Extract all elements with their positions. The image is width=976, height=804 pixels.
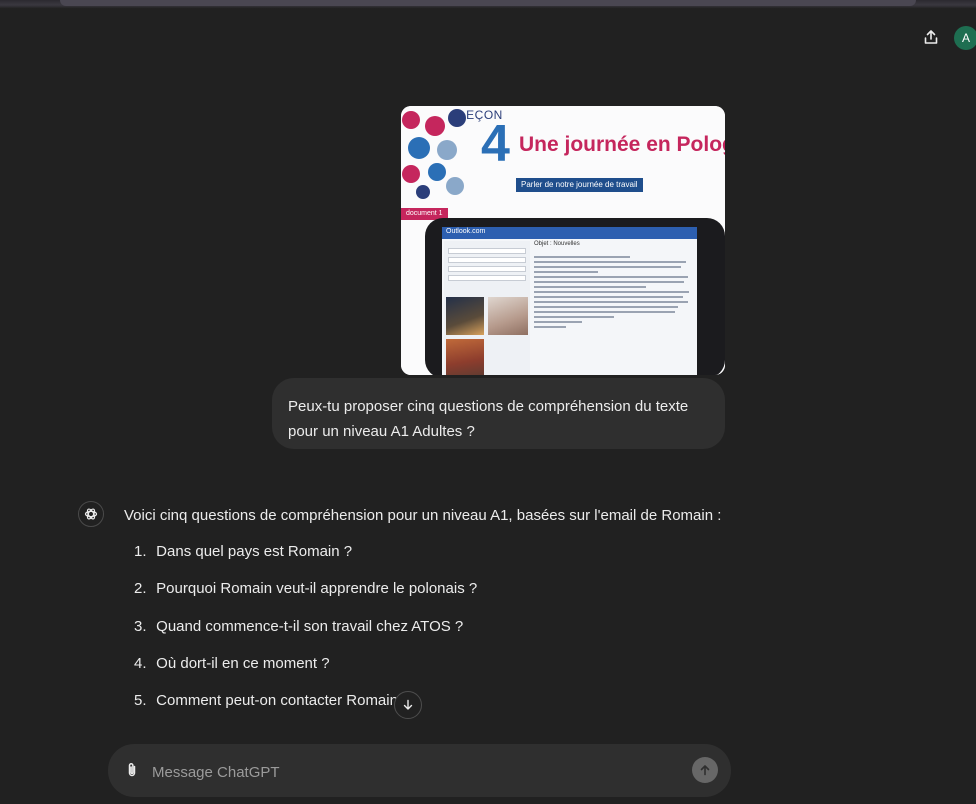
list-item: 2. Pourquoi Romain veut-il apprendre le … — [134, 580, 477, 597]
lesson-subtitle: Parler de notre journée de travail — [516, 178, 643, 192]
user-avatar[interactable]: A — [954, 26, 976, 50]
attach-file-button[interactable] — [122, 760, 142, 780]
list-text: Pourquoi Romain veut-il apprendre le pol… — [156, 580, 478, 597]
list-number: 1. — [134, 543, 147, 560]
lesson-number: 4 — [481, 115, 510, 173]
share-icon — [924, 30, 938, 44]
email-sidebar — [444, 241, 530, 375]
list-number: 5. — [134, 692, 147, 709]
scroll-to-bottom-button[interactable] — [394, 691, 422, 719]
top-window-edge — [0, 0, 976, 9]
list-number: 4. — [134, 655, 147, 672]
send-button[interactable] — [692, 757, 718, 783]
list-number: 2. — [134, 580, 147, 597]
list-number: 3. — [134, 618, 147, 635]
list-item: 3. Quand commence-t-il son travail chez … — [134, 618, 463, 635]
message-input[interactable] — [150, 758, 674, 786]
share-button[interactable] — [920, 26, 942, 48]
outlook-label: Outlook.com — [446, 228, 486, 235]
photo-bedroom — [488, 297, 528, 335]
arrow-down-icon — [403, 699, 413, 710]
list-item: 1. Dans quel pays est Romain ? — [134, 543, 352, 560]
email-subject: Objet : Nouvelles — [534, 241, 580, 247]
tablet-screen: Outlook.com Objet : Nouvelles — [442, 227, 697, 375]
user-message: Peux-tu proposer cinq questions de compr… — [272, 378, 725, 449]
message-composer — [108, 744, 731, 797]
arrow-up-icon — [700, 765, 710, 776]
photo-square — [446, 339, 484, 375]
attached-image[interactable]: LEÇON 4 Une journée en Pologne Parler de… — [401, 106, 725, 375]
list-text: Dans quel pays est Romain ? — [156, 543, 353, 560]
avatar-initial: A — [961, 31, 970, 45]
list-text: Où dort-il en ce moment ? — [156, 655, 330, 672]
photo-night-city — [446, 297, 484, 335]
openai-logo-icon — [84, 508, 98, 520]
assistant-intro: Voici cinq questions de compréhension po… — [124, 507, 722, 524]
paperclip-icon — [128, 763, 136, 777]
lesson-title: Une journée en Pologne — [519, 133, 725, 156]
email-body — [534, 253, 694, 331]
list-item: 5. Comment peut-on contacter Romain ? — [134, 692, 410, 709]
list-text: Comment peut-on contacter Romain ? — [156, 692, 411, 709]
list-item: 4. Où dort-il en ce moment ? — [134, 655, 330, 672]
assistant-avatar — [78, 501, 104, 527]
list-text: Quand commence-t-il son travail chez ATO… — [156, 618, 464, 635]
